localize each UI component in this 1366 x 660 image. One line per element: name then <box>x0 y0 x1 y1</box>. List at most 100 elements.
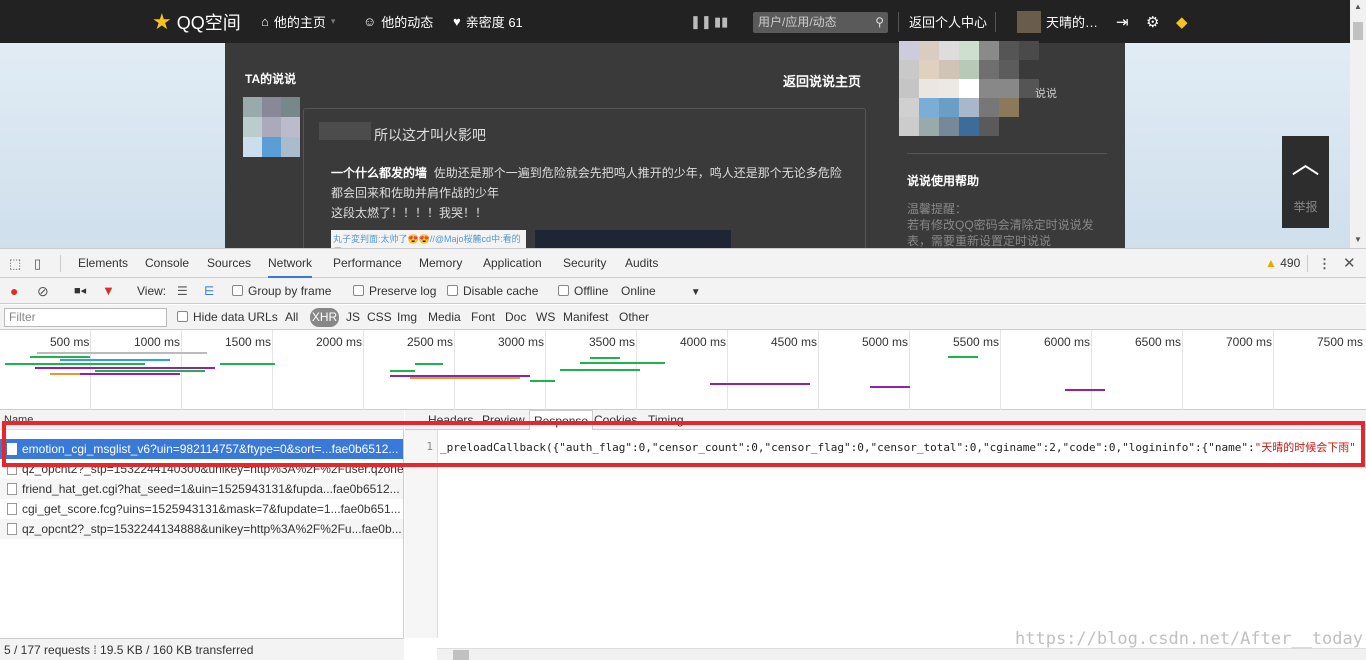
diamond-icon[interactable]: ◆ <box>1176 0 1188 43</box>
timeline-label: 6000 ms <box>1044 335 1091 349</box>
scroll-down-icon[interactable]: ▼ <box>1350 235 1366 244</box>
qzone-search-input[interactable]: 用户/应用/动态 ⚲ <box>753 12 888 33</box>
timeline-bar <box>30 356 90 358</box>
tab-network[interactable]: Network <box>268 249 313 278</box>
pause-icon[interactable]: ❚❚ <box>690 0 712 43</box>
group-by-frame-label: Group by frame <box>248 284 332 298</box>
username: 天晴的… <box>1046 15 1099 30</box>
timeline-bar <box>220 363 275 365</box>
chevron-down-icon: ▼ <box>690 287 701 298</box>
scroll-up-icon[interactable]: ▲ <box>1350 2 1366 11</box>
checkbox[interactable] <box>558 285 569 296</box>
tab-audits[interactable]: Audits <box>625 249 658 278</box>
back-personal-link[interactable]: 返回个人中心 <box>909 0 987 43</box>
post-image-1[interactable]: 丸子変判面:太帅了😍😍//@Majo桜麓cd中:看的巨... <box>331 230 526 248</box>
back-to-top-button[interactable]: ︿ 举报 <box>1282 136 1329 228</box>
scrollbar-thumb[interactable] <box>1353 22 1363 40</box>
filter-doc[interactable]: Doc <box>505 305 526 330</box>
waterfall-view-icon[interactable]: ⋿ <box>204 278 214 304</box>
nav-intimacy[interactable]: ♥ 亲密度 61 <box>453 0 523 43</box>
filter-xhr[interactable]: XHR <box>310 308 339 327</box>
device-toolbar-icon[interactable]: ▯ <box>34 256 41 272</box>
group-by-frame-checkbox[interactable]: Group by frame <box>232 278 331 304</box>
disable-cache-checkbox[interactable]: Disable cache <box>447 278 538 304</box>
tab-memory[interactable]: Memory <box>419 249 462 278</box>
tab-sources[interactable]: Sources <box>207 249 251 278</box>
checkbox[interactable] <box>177 311 188 322</box>
timeline-label: 2000 ms <box>316 335 363 349</box>
tab-elements[interactable]: Elements <box>78 249 128 278</box>
clear-icon[interactable]: ⊘ <box>37 278 49 304</box>
nav-feed[interactable]: ☺ 他的动态 <box>363 0 433 43</box>
post-image-2[interactable] <box>535 230 731 248</box>
scrollbar-thumb[interactable] <box>453 650 469 660</box>
timeline-label: 3000 ms <box>498 335 545 349</box>
timeline-label: 4000 ms <box>680 335 727 349</box>
tab-console[interactable]: Console <box>145 249 189 278</box>
tab-security[interactable]: Security <box>563 249 606 278</box>
tab-application[interactable]: Application <box>483 249 542 278</box>
help-tip: 温馨提醒： 若有修改QQ密码会清除定时说说发表，需要重新设置定时说说 <box>907 201 1107 248</box>
filter-media[interactable]: Media <box>428 305 461 330</box>
post-author[interactable]: 一个什么都发的墙 <box>331 166 427 180</box>
inspect-icon[interactable]: ⬚ <box>9 256 21 272</box>
filter-input[interactable]: Filter <box>4 308 167 327</box>
filter-manifest[interactable]: Manifest <box>563 305 608 330</box>
back-shuoshuo-link[interactable]: 返回说说主页 <box>783 71 861 90</box>
record-icon[interactable]: ● <box>10 278 18 304</box>
request-row[interactable]: friend_hat_get.cgi?hat_seed=1&uin=152594… <box>0 479 403 499</box>
page-scrollbar[interactable]: ▲ ▼ <box>1350 0 1366 248</box>
timeline-label: 5500 ms <box>953 335 1000 349</box>
filter-icon[interactable]: ▼ <box>102 278 115 304</box>
list-view-icon[interactable]: ☰ <box>177 278 188 304</box>
preserve-log-checkbox[interactable]: Preserve log <box>353 278 436 304</box>
timeline-bar <box>948 356 978 358</box>
gridline <box>272 330 273 410</box>
bars-icon[interactable]: ▮▮ <box>714 0 728 43</box>
timeline-label: 2500 ms <box>407 335 454 349</box>
close-icon[interactable]: ✕ <box>1343 254 1356 272</box>
filter-all[interactable]: All <box>285 305 298 330</box>
filter-img[interactable]: Img <box>397 305 417 330</box>
hide-data-urls-checkbox[interactable]: Hide data URLs <box>177 305 278 330</box>
timeline-bar <box>580 362 665 364</box>
person-icon: ☺ <box>363 14 377 29</box>
more-menu-icon[interactable]: ⋮ <box>1318 256 1331 272</box>
tab-performance[interactable]: Performance <box>333 249 402 278</box>
timeline-bar <box>80 373 180 375</box>
timeline-bar <box>710 383 810 385</box>
filter-font[interactable]: Font <box>471 305 495 330</box>
nav-home[interactable]: ⌂ 他的主页 ▾ <box>261 0 335 43</box>
report-link[interactable]: 举报 <box>1282 198 1329 215</box>
horizontal-scrollbar[interactable] <box>437 648 1366 660</box>
timeline-label: 4500 ms <box>771 335 818 349</box>
timeline-bar <box>37 352 207 354</box>
network-overview[interactable]: 500 ms 1000 ms 1500 ms 2000 ms 2500 ms 3… <box>0 330 1366 410</box>
throttling-select[interactable]: Online ▼ <box>621 278 701 304</box>
qzone-logo[interactable]: ★ QQ空间 <box>152 0 241 43</box>
avatar[interactable] <box>243 97 300 157</box>
logout-icon[interactable]: ⇥ <box>1116 0 1129 43</box>
preserve-log-label: Preserve log <box>369 284 437 298</box>
request-row[interactable]: cgi_get_score.fcg?uins=1525943131&mask=7… <box>0 499 403 519</box>
filter-css[interactable]: CSS <box>367 305 392 330</box>
request-row[interactable]: qz_opcnt2?_stp=1532244134888&unikey=http… <box>0 519 403 539</box>
checkbox[interactable] <box>353 285 364 296</box>
filter-js[interactable]: JS <box>346 305 360 330</box>
warnings-count: 490 <box>1280 256 1301 270</box>
nav-feed-label: 他的动态 <box>381 15 434 30</box>
search-icon[interactable]: ⚲ <box>875 12 884 33</box>
heart-icon: ♥ <box>453 14 461 29</box>
checkbox[interactable] <box>447 285 458 296</box>
user-menu[interactable]: 天晴的… <box>1017 0 1098 43</box>
filter-ws[interactable]: WS <box>536 305 555 330</box>
offline-checkbox[interactable]: Offline <box>558 278 608 304</box>
filter-other[interactable]: Other <box>619 305 649 330</box>
timeline-bar <box>5 363 145 365</box>
gear-icon[interactable]: ⚙ <box>1146 0 1159 43</box>
checkbox[interactable] <box>232 285 243 296</box>
screenshot-icon[interactable]: ■◂ <box>74 278 86 304</box>
help-title[interactable]: 说说使用帮助 <box>907 172 979 189</box>
warnings-counter[interactable]: ▲ 490 <box>1265 249 1300 278</box>
gridline <box>727 330 728 410</box>
